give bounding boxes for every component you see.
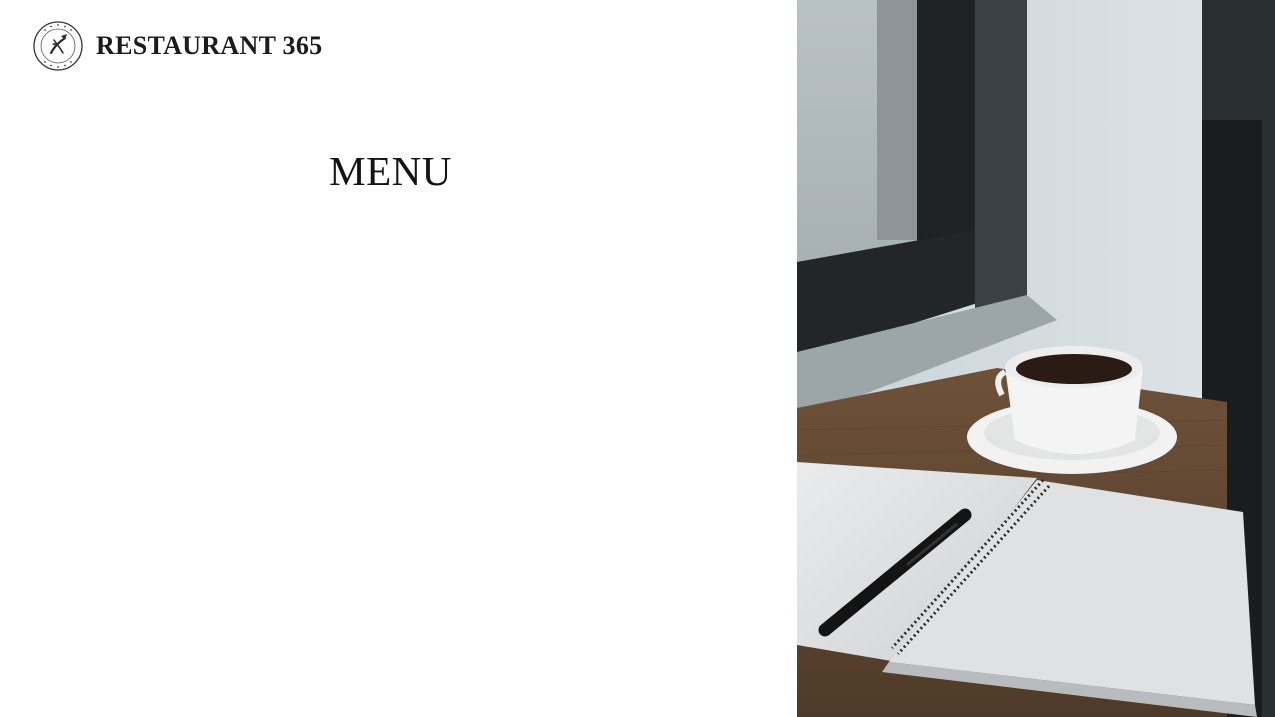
page-title: MENU: [329, 148, 452, 194]
brand-header[interactable]: RESTAURANT 365: [32, 20, 322, 72]
left-panel: RESTAURANT 365 MENU: [0, 0, 797, 717]
brand-name[interactable]: RESTAURANT 365: [96, 31, 322, 61]
restaurant-seal-icon[interactable]: [32, 20, 84, 72]
coffee-notebook-photo: [797, 0, 1275, 717]
